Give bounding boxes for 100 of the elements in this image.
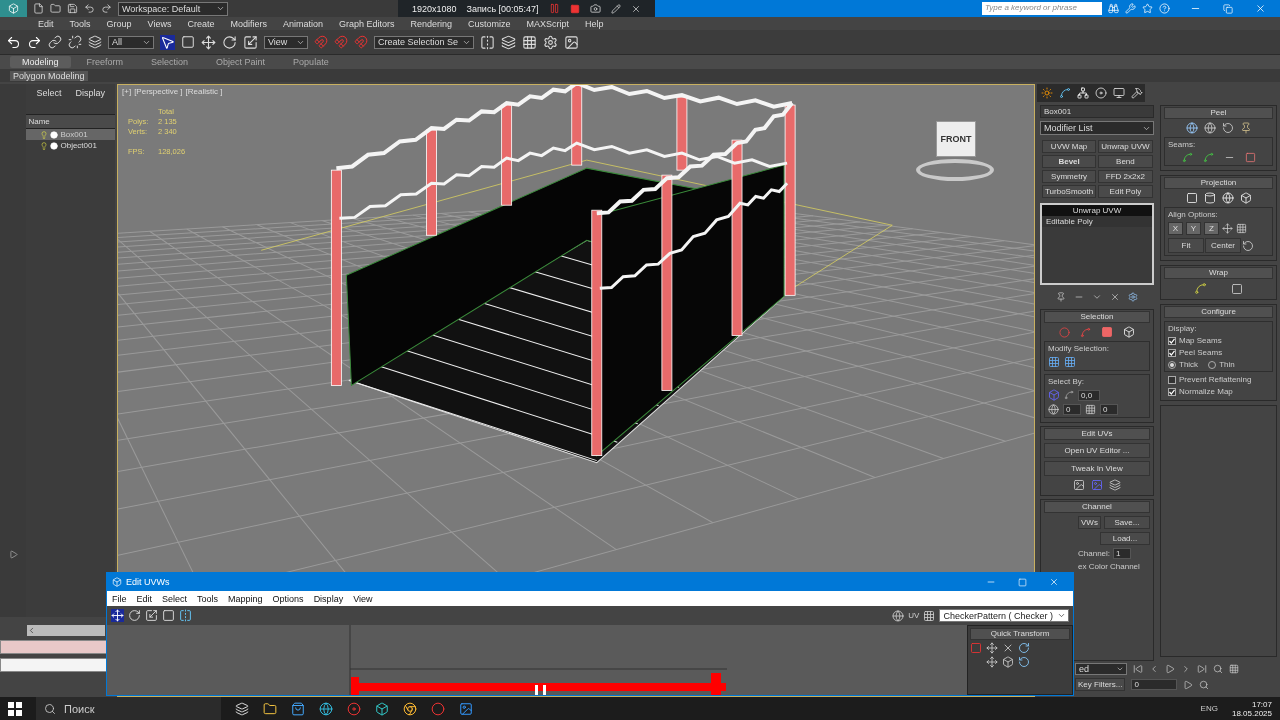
undo-icon[interactable] bbox=[84, 3, 95, 14]
explorer-tab[interactable]: Select bbox=[36, 88, 62, 98]
rollout-header[interactable]: Selection bbox=[1044, 311, 1150, 323]
modifier-button[interactable]: FFD 2x2x2 bbox=[1098, 170, 1153, 183]
move-icon[interactable] bbox=[201, 34, 216, 50]
rollout-header[interactable]: Quick Transform bbox=[970, 628, 1070, 640]
spline-map-icon[interactable] bbox=[1194, 282, 1207, 295]
selection-region-icon[interactable] bbox=[181, 35, 195, 49]
menu-item[interactable]: Views bbox=[139, 18, 180, 29]
create-tab-icon[interactable] bbox=[1041, 87, 1053, 99]
pause-icon[interactable] bbox=[548, 3, 560, 14]
keyword-search-field[interactable]: Type a keyword or phrase bbox=[982, 2, 1102, 15]
expand-icon[interactable] bbox=[8, 550, 18, 559]
table-icon[interactable] bbox=[1085, 404, 1096, 415]
pin-icon[interactable] bbox=[1056, 292, 1066, 302]
menu-item[interactable]: Edit bbox=[131, 593, 158, 604]
cylindrical-map-icon[interactable] bbox=[1203, 192, 1216, 204]
rotate-cw-icon[interactable] bbox=[1018, 642, 1030, 654]
rollout-header[interactable]: Channel bbox=[1044, 501, 1150, 513]
sphere-icon[interactable] bbox=[1048, 404, 1059, 415]
menu-item[interactable]: MAXScript bbox=[518, 18, 578, 29]
redo-icon[interactable] bbox=[27, 34, 42, 50]
scale-icon[interactable] bbox=[243, 34, 258, 50]
task-view-icon[interactable] bbox=[235, 701, 249, 716]
menu-item[interactable]: Create bbox=[179, 18, 223, 29]
zoom-icon[interactable] bbox=[1213, 664, 1223, 674]
pin-icon[interactable] bbox=[1239, 122, 1252, 134]
align-axis-button[interactable]: Y bbox=[1186, 222, 1201, 235]
modifier-button[interactable]: Bevel bbox=[1042, 155, 1097, 168]
scale-icon[interactable] bbox=[145, 609, 158, 622]
rotate-ccw-icon[interactable] bbox=[1018, 656, 1030, 668]
checkbox[interactable] bbox=[1168, 336, 1176, 345]
modifier-button[interactable]: Bend bbox=[1098, 155, 1153, 168]
ribbon-tab[interactable]: Selection bbox=[139, 56, 201, 68]
checkbox[interactable] bbox=[1168, 387, 1176, 396]
menu-item[interactable]: Tools bbox=[61, 18, 99, 29]
menu-item[interactable]: Options bbox=[267, 593, 309, 604]
rotate-icon[interactable] bbox=[222, 34, 237, 50]
menu-item[interactable]: Modifiers bbox=[222, 18, 275, 29]
file-explorer-icon[interactable] bbox=[263, 701, 277, 716]
undo-icon[interactable] bbox=[6, 34, 21, 50]
box-map-icon[interactable] bbox=[1239, 192, 1252, 204]
binoculars-icon[interactable] bbox=[1108, 3, 1119, 14]
hierarchy-tab-icon[interactable] bbox=[1077, 87, 1089, 99]
select-object-icon[interactable] bbox=[160, 34, 175, 50]
mirror-icon[interactable] bbox=[179, 609, 192, 622]
scene-object-item[interactable]: Object001 bbox=[26, 140, 115, 151]
close-icon[interactable] bbox=[1255, 3, 1266, 14]
box-icon[interactable] bbox=[1002, 656, 1014, 668]
uv-label[interactable]: UV bbox=[908, 611, 920, 620]
pencil-icon[interactable] bbox=[610, 3, 621, 14]
menu-item[interactable]: Group bbox=[98, 18, 140, 29]
modify-tab-icon[interactable] bbox=[1059, 87, 1071, 99]
camera-icon[interactable] bbox=[589, 3, 601, 14]
projection-button[interactable]: Fit bbox=[1168, 238, 1204, 253]
playback-icon[interactable] bbox=[1183, 679, 1194, 690]
utilities-tab-icon[interactable] bbox=[1131, 87, 1143, 99]
rollout-header[interactable]: Configure bbox=[1164, 306, 1273, 318]
named-selection-field[interactable]: Create Selection Se bbox=[374, 35, 475, 49]
menu-item[interactable]: Select bbox=[157, 593, 193, 604]
modifier-button[interactable]: Symmetry bbox=[1042, 170, 1097, 183]
open-folder-icon[interactable] bbox=[50, 3, 61, 14]
modifier-list-dropdown[interactable]: Modifier List bbox=[1040, 121, 1154, 135]
stop-icon[interactable] bbox=[569, 3, 580, 14]
star-icon[interactable] bbox=[1142, 3, 1153, 14]
stack-item[interactable]: Editable Poly bbox=[1042, 216, 1152, 227]
taskbar-search-field[interactable]: Поиск bbox=[36, 697, 221, 720]
workspace-dropdown[interactable]: Workspace: Default bbox=[118, 1, 228, 16]
menu-item[interactable]: Help bbox=[577, 18, 612, 29]
mirror-icon[interactable] bbox=[480, 34, 496, 50]
menu-item[interactable]: Customize bbox=[460, 18, 519, 29]
help-icon[interactable] bbox=[1159, 3, 1170, 14]
spinner-field[interactable]: 0 bbox=[1100, 404, 1118, 415]
display-tab-icon[interactable] bbox=[1113, 87, 1125, 99]
projection-button[interactable]: Center bbox=[1205, 238, 1241, 253]
menu-item[interactable]: Graph Editors bbox=[330, 18, 403, 29]
language-indicator[interactable]: ENG bbox=[1200, 704, 1218, 713]
modifier-button[interactable]: Unwrap UVW bbox=[1098, 140, 1153, 153]
close-icon[interactable] bbox=[1049, 577, 1059, 587]
reset-uvws-button[interactable]: VWs bbox=[1078, 516, 1101, 529]
save-button[interactable]: Save... bbox=[1103, 516, 1150, 529]
frame-field[interactable]: 0 bbox=[1131, 679, 1178, 690]
spherical-map-icon[interactable] bbox=[1221, 192, 1234, 204]
align-axis-button[interactable]: X bbox=[1168, 222, 1183, 235]
app-logo[interactable] bbox=[0, 0, 27, 17]
close-icon[interactable] bbox=[630, 3, 641, 14]
texture-dropdown[interactable]: CheckerPattern ( Checker ) bbox=[939, 609, 1069, 622]
angle-spinner[interactable]: 0,0 bbox=[1078, 389, 1100, 401]
load-button[interactable]: Load... bbox=[1100, 532, 1150, 545]
menu-item[interactable]: Rendering bbox=[402, 18, 461, 29]
grid-icon[interactable] bbox=[522, 34, 538, 50]
restore-icon[interactable] bbox=[1223, 3, 1233, 14]
redo-icon[interactable] bbox=[101, 3, 112, 14]
store-icon[interactable] bbox=[291, 701, 305, 716]
explorer-tab[interactable]: Display bbox=[75, 88, 105, 98]
key-filters-button[interactable]: Key Filters... bbox=[1075, 678, 1126, 691]
next-frame-icon[interactable] bbox=[1181, 664, 1191, 674]
map-channel-spinner[interactable]: 1 bbox=[1113, 548, 1132, 559]
checkbox[interactable] bbox=[1168, 348, 1176, 357]
save-icon[interactable] bbox=[67, 3, 78, 14]
